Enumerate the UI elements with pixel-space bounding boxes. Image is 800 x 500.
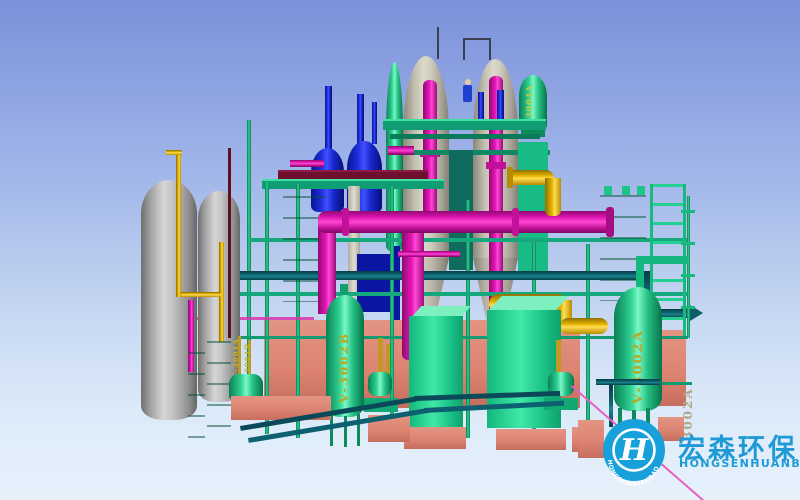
tank-v3001a-label: V-3001A [231,326,240,378]
yellow-elbow-top-flange [507,167,513,188]
maroon-pipe-left [228,148,231,338]
worker-figure-body [463,85,472,102]
magenta-stub-top [290,160,324,167]
antenna-bracket-r [489,38,491,60]
logo-badge: H HONGSENHUANBAO [597,413,671,487]
logo-badge-glyph: H [619,433,650,468]
teal-valve-run [596,379,660,385]
antenna-bracket-top [463,38,491,40]
plate-exchanger-right-tab2 [622,186,630,195]
blue-panel [357,254,390,312]
vessel-v3002a-pipe-h [636,256,688,264]
antenna-bracket-l [463,38,465,60]
yellow-riser-left-top [166,150,182,155]
platform-deck-top-2 [390,134,540,139]
logo-english-name: HONGSENHUANBAO [679,457,800,470]
pump-center-body [368,372,392,396]
magenta-riser-2-flange [486,162,506,169]
plate-exchanger-left-1 [188,352,205,442]
yellow-run-left [181,292,221,297]
yellow-riser-left [176,152,181,297]
platform-deck-top [383,119,546,130]
antenna-line [437,27,439,59]
magenta-stub-top-2 [388,146,414,155]
magenta-header-flange-1 [512,208,519,236]
pedestal-box-2 [496,429,566,450]
yellow-elbow-top-drop [545,178,561,216]
blue-stack-3 [372,102,377,144]
magenta-header-flange-2 [342,208,349,236]
plate-exchanger-right-tab3 [637,186,645,195]
frame-stub-2 [681,242,695,245]
frame-stub-1 [681,210,695,213]
frame-stub-3 [681,274,695,277]
plate-exchanger-left-2 [207,341,231,443]
pedestal-box-1 [404,427,466,449]
magenta-branch [398,251,460,257]
frame-post-far-right [687,196,690,338]
yellow-transfer-2 [560,318,608,334]
magenta-header-pipe [318,211,614,233]
frame-post-4 [466,200,470,438]
frame-stub-4 [681,306,695,309]
box-tank-2 [487,310,561,428]
vessel-v3002a-label: V-3002A [631,299,646,404]
magenta-header-end-flange [606,207,614,237]
blue-stack-1 [325,86,332,150]
vessel-v3002b-label: V-3002B [337,303,351,403]
pump-right-stack [556,340,561,376]
plate-exchanger-right-tab1 [604,186,612,195]
plant-render-canvas: V-3004A [0,0,800,500]
blue-stack-2 [357,94,364,146]
